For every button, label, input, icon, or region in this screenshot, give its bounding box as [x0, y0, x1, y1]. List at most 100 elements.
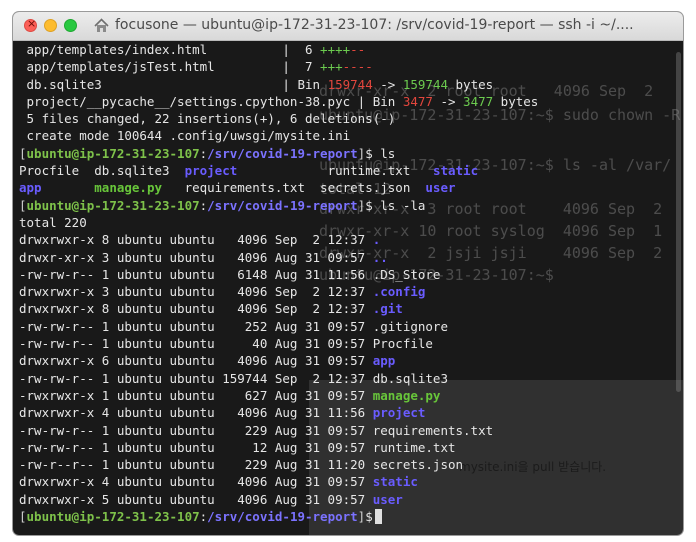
directory-name: user: [372, 491, 403, 507]
prompt-user: ubuntu@ip-172-31-23-107: [26, 509, 200, 525]
diffstat-file: app/templates/index.html: [19, 42, 283, 57]
create-mode-line: create mode 100644 .config/uwsgi/mysite.…: [19, 127, 679, 144]
ls-entry-row: drwxrwxr-x 6 ubuntu ubuntu 4096 Aug 31 0…: [19, 352, 679, 369]
ls-entry-row: drwxrwxr-x 8 ubuntu ubuntu 4096 Sep 2 12…: [19, 300, 679, 317]
entry-metadata: drwxrwxr-x 8 ubuntu ubuntu 4096 Sep 2 12…: [19, 232, 373, 248]
diffstat-binary-line: project/__pycache__/settings.cpython-38.…: [19, 93, 679, 110]
ls-entry-row: -rw-rw-r-- 1 ubuntu ubuntu 12 Aug 31 09:…: [19, 439, 679, 456]
entry-metadata: drwxrwxr-x 8 ubuntu ubuntu 4096 Sep 2 12…: [19, 301, 373, 317]
prompt-bracket: [: [19, 197, 27, 213]
directory-name: app: [19, 180, 42, 196]
directory-name: project: [372, 405, 426, 421]
prompt-user: ubuntu@ip-172-31-23-107: [26, 197, 200, 213]
diffstat-file: db.sqlite3: [19, 76, 283, 92]
entry-metadata: -rw-rw-r-- 1 ubuntu ubuntu 252 Aug 31 09…: [19, 318, 373, 334]
entry-metadata: -rw-rw-r-- 1 ubuntu ubuntu 6148 Aug 31 1…: [19, 266, 373, 282]
diffstat-deletions: --: [350, 42, 366, 57]
zoom-window-button[interactable]: [64, 19, 77, 32]
prompt-line: [ubuntu@ip-172-31-23-107:/srv/covid-19-r…: [19, 197, 679, 214]
entry-metadata: drwxrwxr-x 4 ubuntu ubuntu 4096 Aug 31 1…: [19, 405, 373, 421]
diffstat-file: project/__pycache__/settings.cpython-38.…: [19, 93, 358, 109]
title-bar[interactable]: focusone — ubuntu@ip-172-31-23-107: /srv…: [13, 12, 683, 41]
entry-metadata: drwxr-xr-x 3 ubuntu ubuntu 4096 Aug 31 0…: [19, 249, 373, 265]
executable-name: manage.py: [372, 387, 441, 403]
file-name: .gitignore: [372, 318, 448, 334]
ls-entry-row: -rw-r--r-- 1 ubuntu ubuntu 229 Aug 31 11…: [19, 456, 679, 473]
file-name: runtime.txt: [237, 163, 433, 179]
close-window-button[interactable]: [24, 17, 37, 32]
diffstat-separator: |: [357, 93, 373, 109]
diffstat-insertions: +++: [320, 59, 343, 75]
entry-metadata: drwxrwxr-x 3 ubuntu ubuntu 4096 Sep 2 12…: [19, 284, 373, 300]
terminal-scrollbar[interactable]: [676, 52, 681, 392]
ls-entry-row: -rw-rw-r-- 1 ubuntu ubuntu 40 Aug 31 09:…: [19, 335, 679, 352]
directory-name: .: [372, 232, 381, 248]
file-name: Procfile: [372, 336, 433, 352]
binary-suffix: bytes: [493, 93, 539, 109]
executable-name: manage.py: [94, 180, 162, 196]
binary-prefix: Bin: [372, 93, 403, 109]
prompt-path: /srv/covid-19-report: [207, 145, 358, 161]
entry-metadata: drwxrwxr-x 4 ubuntu ubuntu 4096 Aug 31 0…: [19, 474, 373, 490]
ls-entry-row: -rwxrwxr-x 1 ubuntu ubuntu 627 Aug 31 09…: [19, 387, 679, 404]
diffstat-file: app/templates/jsTest.html: [19, 59, 283, 75]
prompt-bracket: [: [19, 145, 27, 161]
diffstat-separator: |: [282, 59, 305, 75]
create-mode: create mode 100644 .config/uwsgi/mysite.…: [19, 128, 351, 144]
diffstat-binary-line: db.sqlite3 | Bin 159744 -> 159744 bytes: [19, 76, 679, 93]
ls-entry-row: drwxrwxr-x 4 ubuntu ubuntu 4096 Aug 31 0…: [19, 473, 679, 490]
directory-name: .config: [372, 284, 426, 300]
ls-entry-row: -rw-rw-r-- 1 ubuntu ubuntu 159744 Sep 2 …: [19, 370, 679, 387]
ls-entry-row: -rw-rw-r-- 1 ubuntu ubuntu 252 Aug 31 09…: [19, 318, 679, 335]
binary-old-size: 3477: [402, 93, 433, 109]
directory-name: .git: [372, 301, 403, 317]
ls-entry-row: drwxrwxr-x 3 ubuntu ubuntu 4096 Sep 2 12…: [19, 283, 679, 300]
ls-entry-row: drwxrwxr-x 8 ubuntu ubuntu 4096 Sep 2 12…: [19, 231, 679, 248]
diffstat-insertions: ++++: [320, 42, 351, 57]
file-name: requirements.txt secrets.json: [162, 180, 426, 196]
minimize-window-button[interactable]: [44, 19, 57, 32]
binary-new-size: 3477: [463, 93, 494, 109]
file-name: requirements.txt: [372, 422, 494, 438]
entry-metadata: -rw-r--r-- 1 ubuntu ubuntu 229 Aug 31 11…: [19, 457, 373, 473]
ls-output-row: Procfile db.sqlite3 project runtime.txt …: [19, 162, 679, 179]
diffstat-separator: |: [282, 42, 305, 57]
diffstat-deletions: ----: [342, 59, 373, 75]
prompt-path: /srv/covid-19-report: [207, 509, 358, 525]
file-name: Procfile: [19, 163, 95, 179]
entry-metadata: -rwxrwxr-x 1 ubuntu ubuntu 627 Aug 31 09…: [19, 387, 373, 403]
prompt-symbol: $: [365, 509, 373, 525]
prompt-line: [ubuntu@ip-172-31-23-107:/srv/covid-19-r…: [19, 145, 679, 162]
directory-name: static: [432, 163, 479, 179]
entry-metadata: -rw-rw-r-- 1 ubuntu ubuntu 159744 Sep 2 …: [19, 370, 373, 386]
command-text: ls -la: [372, 197, 426, 213]
diffstat-count: 7: [304, 59, 321, 75]
ls-output-row: app manage.py requirements.txt secrets.j…: [19, 179, 679, 196]
binary-arrow: ->: [432, 93, 464, 109]
window-title: focusone — ubuntu@ip-172-31-23-107: /srv…: [115, 17, 634, 33]
binary-old-size: 159744: [327, 76, 373, 92]
prompt-symbol: $: [365, 145, 373, 161]
ls-entry-row: drwxrwxr-x 4 ubuntu ubuntu 4096 Aug 31 1…: [19, 404, 679, 421]
entry-metadata: -rw-rw-r-- 1 ubuntu ubuntu 12 Aug 31 09:…: [19, 439, 373, 455]
prompt-symbol: $: [365, 197, 373, 213]
total-line: total 220: [19, 214, 679, 231]
text-cursor[interactable]: [374, 509, 382, 525]
directory-name: static: [372, 474, 418, 490]
file-name: runtime.txt: [372, 439, 456, 455]
ls-entry-row: -rw-rw-r-- 1 ubuntu ubuntu 6148 Aug 31 1…: [19, 266, 679, 283]
prompt-path: /srv/covid-19-report: [207, 197, 358, 213]
file-name: db.sqlite3: [372, 370, 448, 386]
binary-new-size: 159744: [402, 76, 448, 92]
command-text: ls: [372, 145, 396, 161]
ls-entry-row: drwxrwxr-x 5 ubuntu ubuntu 4096 Aug 31 0…: [19, 491, 679, 508]
entry-metadata: drwxrwxr-x 5 ubuntu ubuntu 4096 Aug 31 0…: [19, 491, 373, 507]
entry-metadata: drwxrwxr-x 6 ubuntu ubuntu 4096 Aug 31 0…: [19, 353, 373, 369]
directory-name: user: [425, 180, 456, 196]
home-folder-icon: [94, 18, 109, 32]
directory-name: project: [184, 163, 238, 179]
binary-prefix: Bin: [297, 76, 328, 92]
prompt-bracket: [: [19, 509, 27, 525]
terminal-output[interactable]: app/templates/index.html | 6 ++++-- app/…: [19, 41, 679, 525]
diffstat-separator: |: [282, 76, 298, 92]
